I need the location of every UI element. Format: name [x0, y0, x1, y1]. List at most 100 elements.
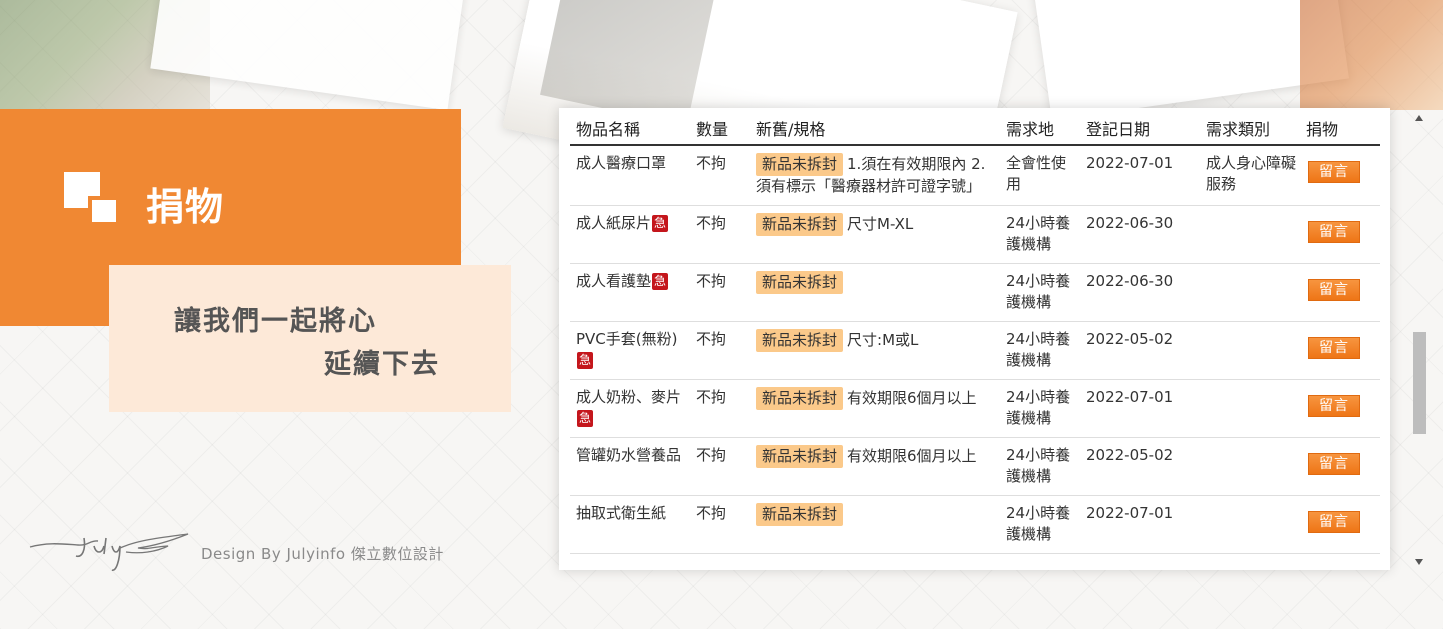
header-location: 需求地: [1000, 112, 1080, 146]
condition-badge: 新品未拆封: [756, 387, 844, 410]
item-name: 成人看護墊: [576, 272, 652, 290]
location-cell: 全會性使用: [1000, 145, 1080, 206]
table-header-row: 物品名稱 數量 新舊/規格 需求地 登記日期 需求類別 捐物: [570, 112, 1380, 146]
item-name: 抽取式衛生紙: [576, 504, 667, 522]
date-cell: 2022-05-02: [1080, 437, 1200, 496]
leave-message-button[interactable]: 留言: [1308, 279, 1360, 301]
header-item-name: 物品名稱: [570, 112, 690, 146]
design-credit: Design By Julyinfo 傑立數位設計: [201, 545, 444, 563]
donation-table: 物品名稱 數量 新舊/規格 需求地 登記日期 需求類別 捐物 成人醫療口罩 不拘…: [570, 112, 1380, 554]
category-cell: 成人身心障礙服務: [1200, 145, 1300, 206]
condition-spec-cell: 新品未拆封 1.須在有效期限內 2.須有標示「醫療器材許可證字號」: [750, 145, 1000, 206]
table-row: 成人奶粉、麥片急 不拘 新品未拆封 有效期限6個月以上 24小時養護機構 2022…: [570, 379, 1380, 438]
table-row: PVC手套(無粉) 急 不拘 新品未拆封 尺寸:M或L 24小時養護機構 2022-…: [570, 321, 1380, 380]
item-name-cell: 抽取式衛生紙: [570, 495, 690, 554]
header-category: 需求類別: [1200, 112, 1300, 146]
header-quantity: 數量: [690, 112, 750, 146]
quantity-cell: 不拘: [690, 263, 750, 322]
category-cell: [1200, 205, 1300, 264]
page-title: 捐物: [146, 185, 225, 229]
condition-spec-cell: 新品未拆封 有效期限6個月以上: [750, 379, 1000, 438]
date-cell: 2022-06-30: [1080, 205, 1200, 264]
category-cell: [1200, 379, 1300, 438]
scroll-track[interactable]: [1413, 126, 1427, 554]
table-row: 成人醫療口罩 不拘 新品未拆封 1.須在有效期限內 2.須有標示「醫療器材許可證字…: [570, 145, 1380, 206]
donate-cell: 留言: [1300, 379, 1380, 438]
condition-badge: 新品未拆封: [756, 213, 844, 236]
location-cell: 24小時養護機構: [1000, 379, 1080, 438]
quantity-cell: 不拘: [690, 437, 750, 496]
location-cell: 24小時養護機構: [1000, 205, 1080, 264]
quantity-cell: 不拘: [690, 145, 750, 206]
condition-badge: 新品未拆封: [756, 271, 844, 294]
leave-message-button[interactable]: 留言: [1308, 221, 1360, 243]
table-row: 成人看護墊急 不拘 新品未拆封 24小時養護機構 2022-06-30 留言: [570, 263, 1380, 322]
header-date: 登記日期: [1080, 112, 1200, 146]
location-cell: 24小時養護機構: [1000, 437, 1080, 496]
urgent-badge: 急: [577, 352, 594, 369]
category-cell: [1200, 437, 1300, 496]
scroll-down-arrow-icon[interactable]: [1415, 559, 1423, 565]
item-name: 成人奶粉、麥片: [576, 388, 682, 406]
category-cell: [1200, 263, 1300, 322]
july-signature-logo: [29, 533, 189, 571]
category-cell: [1200, 495, 1300, 554]
donate-cell: 留言: [1300, 263, 1380, 322]
donate-cell: 留言: [1300, 321, 1380, 380]
location-cell: 24小時養護機構: [1000, 495, 1080, 554]
condition-badge: 新品未拆封: [756, 503, 844, 526]
urgent-badge: 急: [652, 215, 669, 232]
category-cell: [1200, 321, 1300, 380]
slogan-line-1: 讓我們一起將心: [174, 306, 377, 337]
item-name: 管罐奶水營養品: [576, 446, 682, 464]
donation-table-panel: 物品名稱 數量 新舊/規格 需求地 登記日期 需求類別 捐物 成人醫療口罩 不拘…: [559, 108, 1390, 570]
location-cell: 24小時養護機構: [1000, 263, 1080, 322]
spec-text: 尺寸:M或L: [847, 331, 919, 349]
donate-cell: 留言: [1300, 495, 1380, 554]
condition-badge: 新品未拆封: [756, 329, 844, 352]
quantity-cell: 不拘: [690, 379, 750, 438]
scroll-up-arrow-icon[interactable]: [1415, 115, 1423, 121]
slogan-box: [109, 265, 511, 412]
urgent-badge: 急: [577, 410, 594, 427]
table-scrollbar[interactable]: [1413, 112, 1427, 568]
item-name: PVC手套(無粉): [576, 330, 678, 348]
leave-message-button[interactable]: 留言: [1308, 161, 1360, 183]
date-cell: 2022-07-01: [1080, 495, 1200, 554]
squares-logo-icon: [64, 172, 120, 226]
quantity-cell: 不拘: [690, 495, 750, 554]
donate-cell: 留言: [1300, 205, 1380, 264]
quantity-cell: 不拘: [690, 205, 750, 264]
item-name-cell: 成人紙尿片急: [570, 205, 690, 264]
condition-badge: 新品未拆封: [756, 153, 844, 176]
header-donate: 捐物: [1300, 112, 1380, 146]
condition-spec-cell: 新品未拆封: [750, 263, 1000, 322]
item-name: 成人紙尿片: [576, 214, 652, 232]
leave-message-button[interactable]: 留言: [1308, 337, 1360, 359]
condition-spec-cell: 新品未拆封: [750, 495, 1000, 554]
spec-text: 尺寸M-XL: [847, 215, 914, 233]
slogan-line-2: 延續下去: [324, 349, 440, 380]
spec-text: 有效期限6個月以上: [847, 447, 977, 465]
leave-message-button[interactable]: 留言: [1308, 453, 1360, 475]
date-cell: 2022-07-01: [1080, 145, 1200, 206]
leave-message-button[interactable]: 留言: [1308, 395, 1360, 417]
item-name: 成人醫療口罩: [576, 154, 667, 172]
scroll-thumb[interactable]: [1413, 332, 1426, 434]
table-row: 管罐奶水營養品 不拘 新品未拆封 有效期限6個月以上 24小時養護機構 2022-…: [570, 437, 1380, 496]
table-row: 成人紙尿片急 不拘 新品未拆封 尺寸M-XL 24小時養護機構 2022-06-3…: [570, 205, 1380, 264]
location-cell: 24小時養護機構: [1000, 321, 1080, 380]
quantity-cell: 不拘: [690, 321, 750, 380]
condition-spec-cell: 新品未拆封 尺寸:M或L: [750, 321, 1000, 380]
donate-cell: 留言: [1300, 437, 1380, 496]
header-condition-spec: 新舊/規格: [750, 112, 1000, 146]
item-name-cell: 成人看護墊急: [570, 263, 690, 322]
item-name-cell: 成人奶粉、麥片急: [570, 379, 690, 438]
donate-cell: 留言: [1300, 145, 1380, 206]
leave-message-button[interactable]: 留言: [1308, 511, 1360, 533]
item-name-cell: 成人醫療口罩: [570, 145, 690, 206]
condition-spec-cell: 新品未拆封 有效期限6個月以上: [750, 437, 1000, 496]
condition-spec-cell: 新品未拆封 尺寸M-XL: [750, 205, 1000, 264]
item-name-cell: 管罐奶水營養品: [570, 437, 690, 496]
item-name-cell: PVC手套(無粉) 急: [570, 321, 690, 380]
